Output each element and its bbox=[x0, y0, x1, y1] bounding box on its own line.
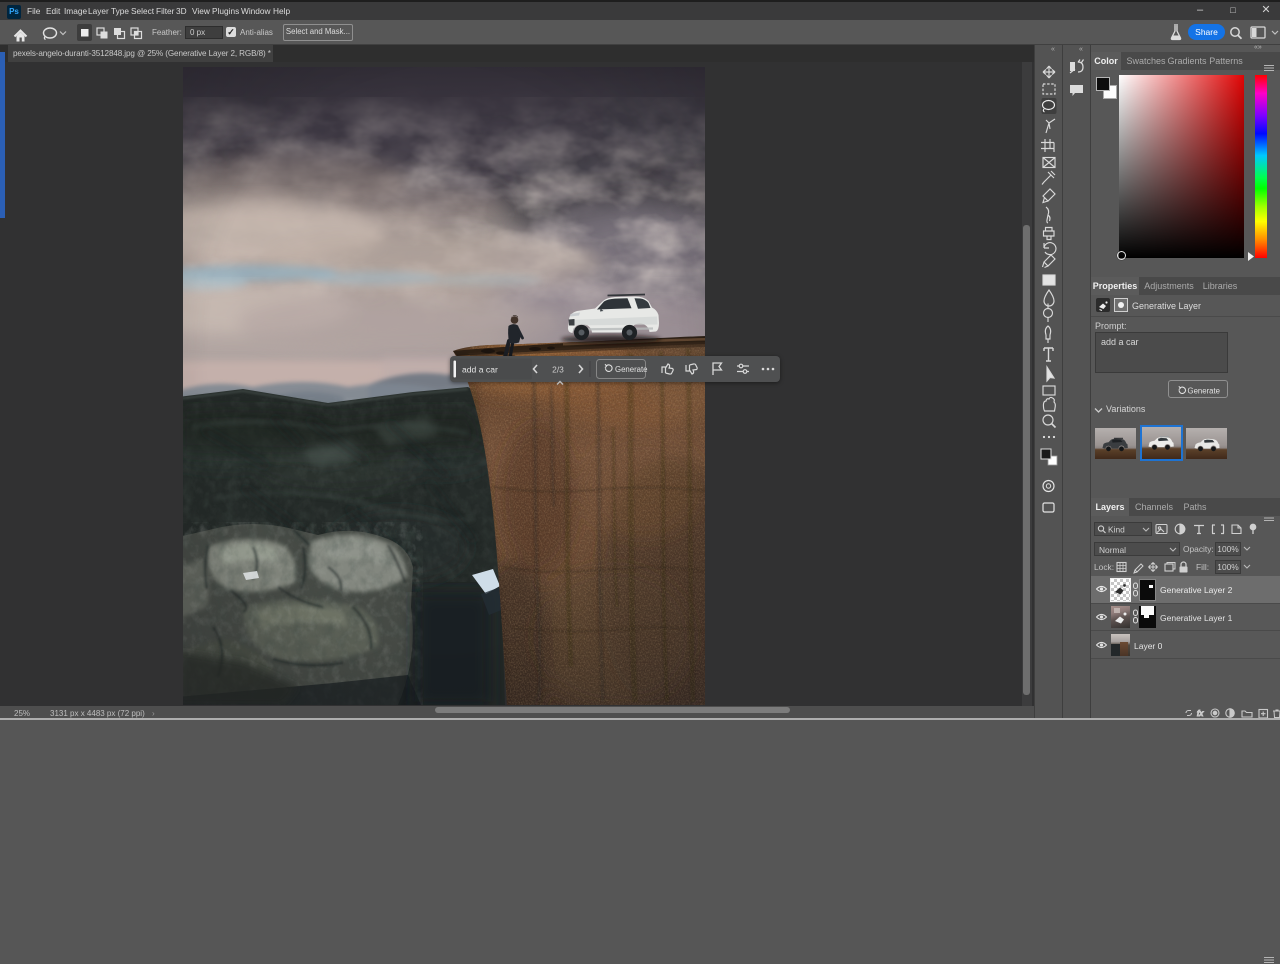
svg-text:Generate: Generate bbox=[1188, 386, 1221, 395]
svg-text:Kind: Kind bbox=[1108, 525, 1125, 535]
svg-text:2/3: 2/3 bbox=[552, 365, 564, 375]
svg-text:add a car: add a car bbox=[462, 365, 498, 375]
svg-text:«: « bbox=[1051, 46, 1055, 53]
svg-text:«: « bbox=[1079, 46, 1083, 53]
svg-text:fx: fx bbox=[1197, 709, 1204, 718]
svg-text:Generate: Generate bbox=[615, 365, 648, 374]
